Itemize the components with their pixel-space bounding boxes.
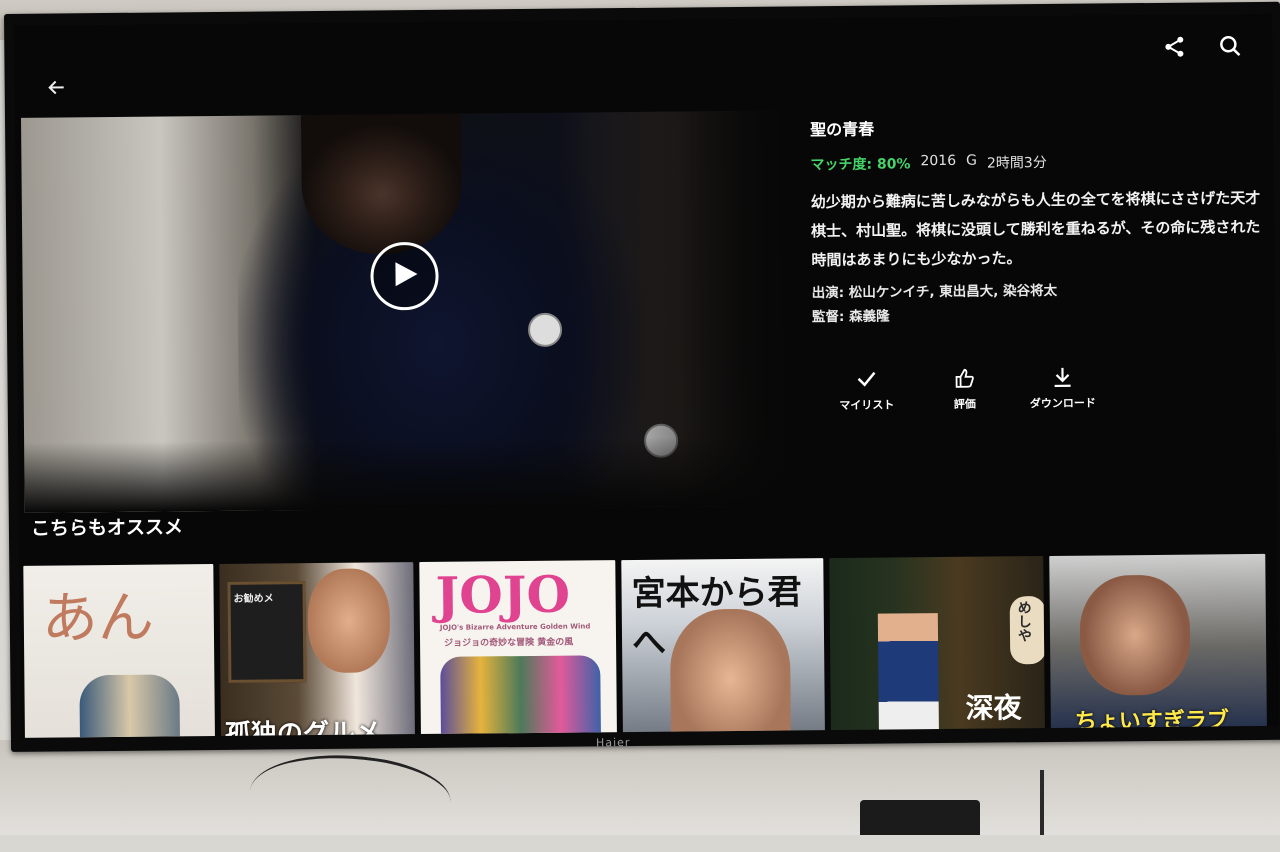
check-icon: [857, 371, 876, 387]
wall-bottom: [0, 740, 1280, 835]
thumbs-up-icon: [955, 368, 974, 388]
download-button[interactable]: ダウンロード: [1013, 365, 1111, 411]
director-credit: 監督: 森義隆: [811, 308, 890, 326]
share-button[interactable]: [1162, 35, 1188, 61]
app-screen: 聖の青春 マッチ度: 80% 2016 G 2時間3分 幼少期から難病に苦しみな…: [14, 13, 1279, 738]
back-button[interactable]: [47, 77, 73, 103]
thumb-title: ちょいすぎラブ: [1074, 708, 1229, 735]
share-icon: [1165, 36, 1184, 57]
top-toolbar: [1162, 34, 1244, 61]
download-icon: [1054, 367, 1071, 388]
synopsis: 幼少期から難病に苦しみながらも人生の全てを将棋にささげた天才棋士、村山聖。将棋に…: [810, 188, 1261, 270]
movie-details: 聖の青春 マッチ度: 80% 2016 G 2時間3分 幼少期から難病に苦しみな…: [810, 112, 1267, 329]
thumb-title: あん: [41, 585, 155, 652]
recommend-thumb[interactable]: あん: [23, 564, 216, 738]
kimono-crest: [527, 312, 563, 347]
recommend-thumb[interactable]: 宮本から君へ: [621, 558, 826, 738]
thumb-face: [1079, 574, 1191, 696]
action-bar: マイリスト 評価 ダウンロード: [817, 365, 1111, 413]
search-button[interactable]: [1218, 34, 1244, 60]
mylist-button[interactable]: マイリスト: [817, 367, 915, 413]
download-label: ダウンロード: [1029, 396, 1096, 411]
thumb-face: [307, 568, 391, 674]
thumb-face: [669, 608, 792, 738]
thumb-subtitle: JOJO's Bizarre Adventure Golden Wind: [439, 622, 591, 632]
tv-brand-logo: Haier: [595, 736, 631, 750]
duration: 2時間3分: [986, 154, 1047, 172]
thumb-board-text: お勧めメ: [233, 593, 274, 605]
play-button[interactable]: [370, 241, 439, 311]
thumb-title: JOJO: [435, 564, 571, 625]
release-year: 2016: [920, 152, 957, 170]
set-top-box: [860, 800, 980, 835]
play-icon: [395, 262, 418, 287]
hero-fade-bottom: [24, 435, 795, 513]
thumb-characters: [440, 655, 601, 738]
thumb-people: [79, 674, 180, 738]
rate-label: 評価: [953, 397, 976, 411]
recommend-thumb[interactable]: ちょいすぎラブ: [1049, 553, 1267, 738]
recommend-thumb[interactable]: お勧めメ 孤独のグルメ: [219, 562, 416, 738]
thumb-subtitle-jp: ジョジョの奇妙な冒険 黄金の風: [444, 637, 574, 649]
hero-image: [20, 110, 795, 513]
match-score: マッチ度: 80%: [810, 156, 911, 174]
recommend-thumb[interactable]: めしや 深夜: [829, 556, 1045, 738]
thumb-chef: [877, 613, 940, 738]
thumb-title: 孤独のグルメ: [224, 718, 382, 738]
recommend-row: あん お勧めメ 孤独のグルメ JOJO JOJO's Bizarre Adven…: [23, 553, 1279, 738]
thumb-subtitle: 深夜: [965, 691, 1022, 725]
mylist-label: マイリスト: [839, 398, 895, 412]
recommend-thumb[interactable]: JOJO JOJO's Bizarre Adventure Golden Win…: [419, 560, 618, 738]
movie-title: 聖の青春: [810, 119, 875, 140]
tv-frame: Haier 聖の青春 マッチ度: 80% 2016 G 2時間3分 幼少期から難…: [4, 1, 1280, 752]
rate-button[interactable]: 評価: [915, 366, 1013, 412]
thumb-title: めしや: [1015, 600, 1033, 643]
movie-meta: マッチ度: 80% 2016 G 2時間3分: [810, 150, 1265, 174]
back-arrow-icon: [48, 80, 64, 95]
tv-cable-2: [1040, 770, 1044, 835]
recommend-heading: こちらもオススメ: [30, 516, 184, 540]
search-icon: [1220, 35, 1241, 57]
age-rating: G: [966, 152, 978, 169]
